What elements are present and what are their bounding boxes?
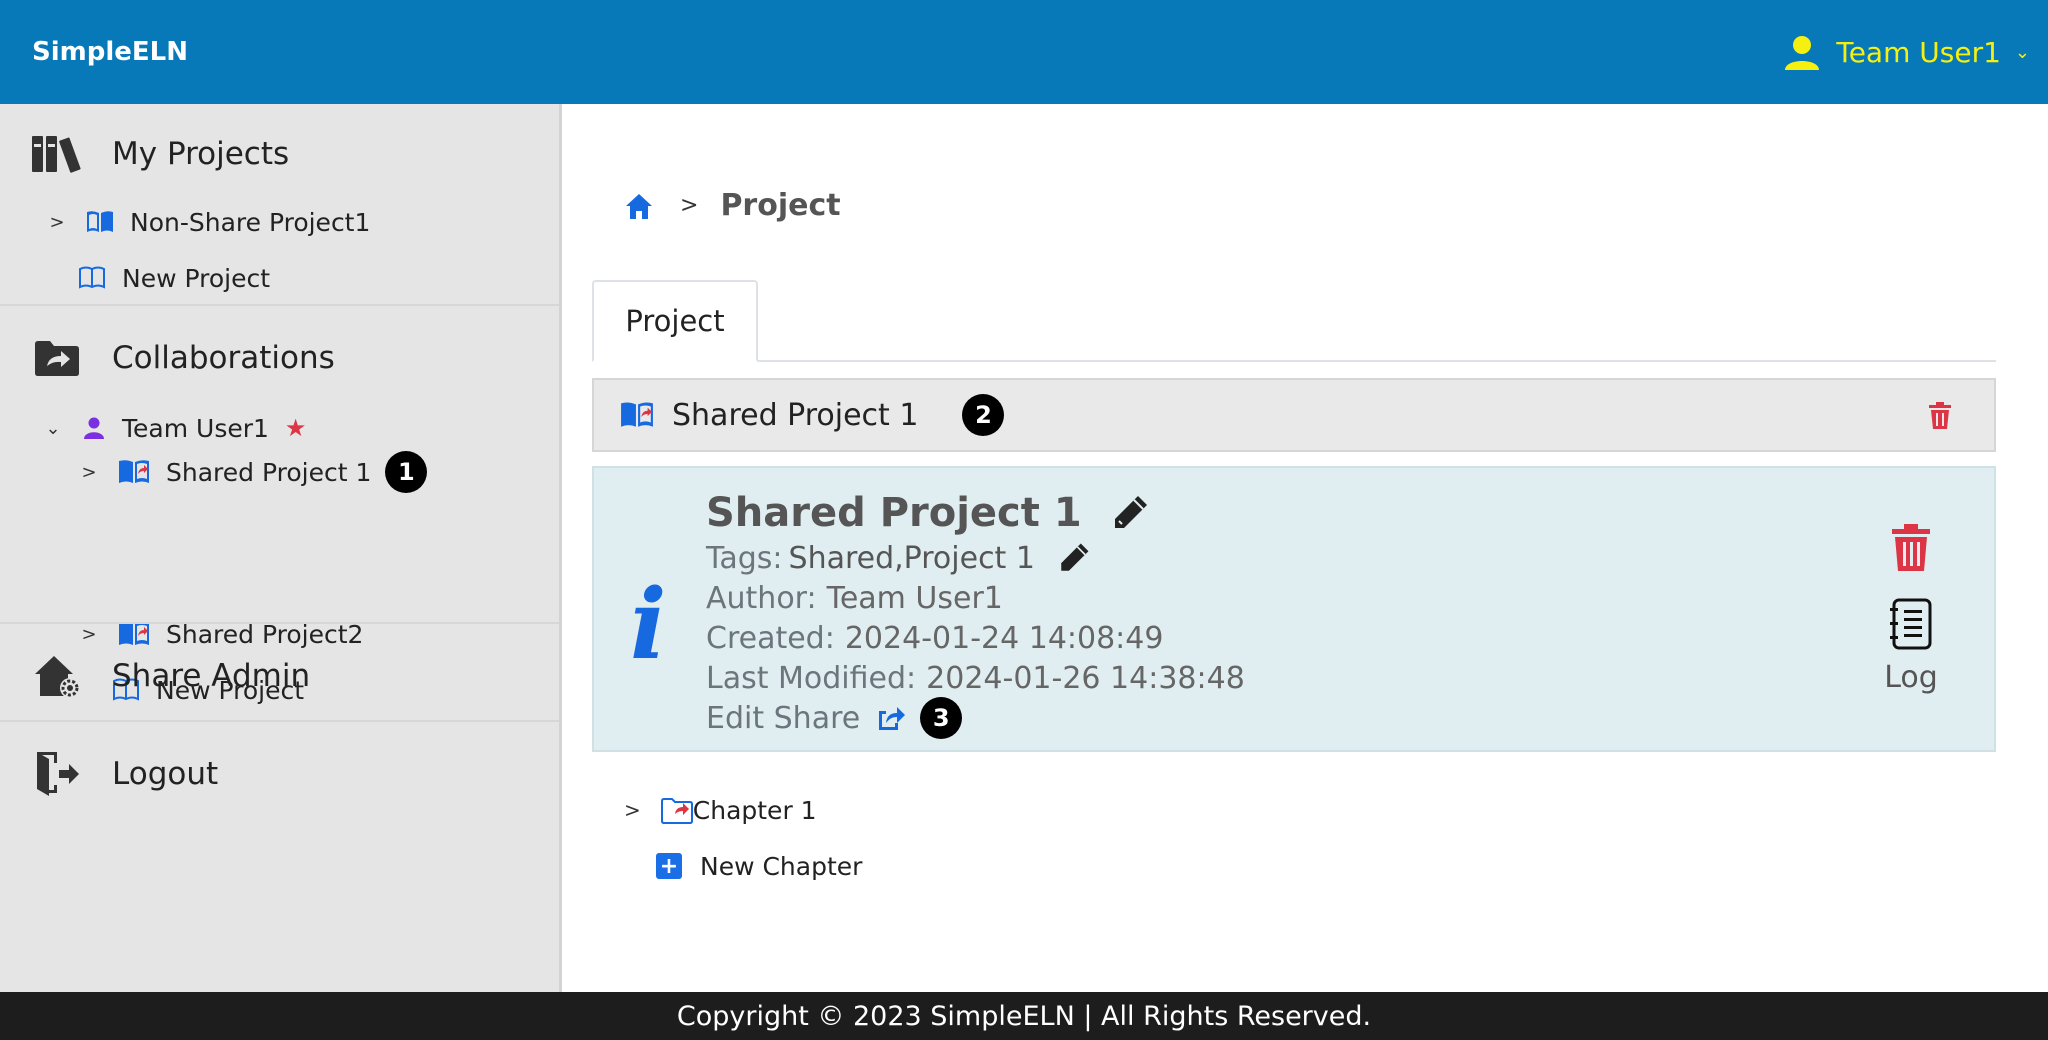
new-chapter-button[interactable]: + New Chapter xyxy=(656,846,862,886)
sidebar-share-admin[interactable]: Share Admin xyxy=(30,646,310,706)
chapter-item-chapter-1[interactable]: > Chapter 1 xyxy=(624,790,817,830)
footer: Copyright © 2023 SimpleELN | All Rights … xyxy=(0,992,2048,1040)
breadcrumb-separator: > xyxy=(680,193,699,218)
step-badge-3: 3 xyxy=(920,697,963,739)
library-books-icon xyxy=(30,131,84,177)
open-book-icon xyxy=(87,211,113,232)
chevron-down-icon[interactable]: ⌄ xyxy=(42,418,64,439)
step-badge-2: 2 xyxy=(962,394,1005,436)
sidebar-item-label: Team User1 xyxy=(122,413,269,443)
home-icon[interactable] xyxy=(624,191,654,221)
log-notebook-icon[interactable] xyxy=(1888,598,1934,650)
project-title-row: Shared Project 1 xyxy=(706,488,1245,538)
project-side-actions: Log xyxy=(1866,524,1956,695)
sidebar-logout[interactable]: Logout xyxy=(30,744,218,804)
tags-label: Tags: xyxy=(706,540,783,576)
sidebar-divider xyxy=(0,720,559,722)
sidebar-collaborations-label: Collaborations xyxy=(112,340,335,376)
open-book-outline-icon xyxy=(79,266,105,289)
sidebar-collaborations[interactable]: Collaborations xyxy=(30,330,335,386)
project-tags-row: Tags: Shared,Project 1 xyxy=(706,538,1245,578)
brand-logo-text[interactable]: SimpleELN xyxy=(32,37,188,67)
delete-project-trash-icon[interactable] xyxy=(1928,402,1952,430)
footer-copyright: Copyright © 2023 SimpleELN | All Rights … xyxy=(676,1000,1372,1032)
sidebar-logout-label: Logout xyxy=(112,756,219,792)
share-icon[interactable] xyxy=(876,703,906,733)
top-navbar: SimpleELN Team User1 ⌄ xyxy=(0,0,2048,104)
author-label: Author: xyxy=(706,580,817,616)
sidebar-share-admin-label: Share Admin xyxy=(112,658,311,694)
sidebar-item-non-share-project1[interactable]: > Non-Share Project1 xyxy=(46,204,370,240)
sidebar-item-label: Non-Share Project1 xyxy=(130,207,371,237)
info-icon: i xyxy=(630,568,667,681)
created-value: 2024-01-24 14:08:49 xyxy=(844,620,1164,656)
sidebar-divider xyxy=(0,622,559,624)
edit-title-pencil-icon[interactable] xyxy=(1110,493,1150,533)
logout-door-icon xyxy=(30,751,84,797)
project-info-body: Shared Project 1 Tags: Shared,Project 1 … xyxy=(706,488,1245,739)
user-name-label: Team User1 xyxy=(1836,35,2001,69)
user-menu-dropdown[interactable]: Team User1 ⌄ xyxy=(1782,30,2030,74)
shared-folder-icon xyxy=(660,798,693,824)
tab-project[interactable]: Project xyxy=(592,280,758,362)
sidebar-item-team-user1[interactable]: ⌄ Team User1 ★ xyxy=(42,410,306,446)
modified-value: 2024-01-26 14:38:48 xyxy=(926,660,1245,696)
sidebar-new-project-button[interactable]: New Project xyxy=(78,260,270,296)
step-badge-1: 1 xyxy=(385,451,428,493)
sidebar-my-projects-label: My Projects xyxy=(112,136,290,172)
shared-book-icon xyxy=(621,402,653,427)
chevron-down-icon: ⌄ xyxy=(2014,41,2030,63)
breadcrumb-current: Project xyxy=(720,188,841,223)
sidebar: My Projects > Non-Share Project1 New Pro… xyxy=(0,104,562,992)
edit-share-label[interactable]: Edit Share xyxy=(706,701,860,736)
author-value: Team User1 xyxy=(826,580,1003,616)
created-label: Created: xyxy=(706,620,835,656)
project-header-bar: Shared Project 1 2 xyxy=(592,378,1996,452)
house-gear-icon xyxy=(30,653,84,699)
user-icon xyxy=(1785,36,1820,70)
delete-trash-icon[interactable] xyxy=(1891,524,1931,572)
chevron-right-icon[interactable]: > xyxy=(78,462,100,483)
plus-square-icon: + xyxy=(656,853,682,879)
new-chapter-label: New Chapter xyxy=(700,851,863,881)
chevron-right-icon[interactable]: > xyxy=(624,798,641,822)
project-title: Shared Project 1 xyxy=(706,490,1082,536)
sidebar-item-shared-project-1[interactable]: > Shared Project 1 1 xyxy=(78,449,428,495)
sidebar-my-projects[interactable]: My Projects xyxy=(30,126,289,182)
shared-book-icon xyxy=(119,460,149,483)
project-info-panel: i Shared Project 1 Tags: Shared,Project … xyxy=(592,466,1996,752)
chapter-label: Chapter 1 xyxy=(692,795,817,825)
sidebar-item-label: New Project xyxy=(122,263,271,293)
edit-share-row[interactable]: Edit Share 3 xyxy=(706,697,1245,739)
project-created-row: Created: 2024-01-24 14:08:49 xyxy=(706,618,1245,658)
person-icon xyxy=(84,417,104,439)
log-label[interactable]: Log xyxy=(1884,660,1938,695)
chevron-right-icon[interactable]: > xyxy=(78,624,100,645)
edit-tags-pencil-icon[interactable] xyxy=(1057,541,1091,575)
tab-strip: Project xyxy=(592,280,1996,362)
shared-book-icon xyxy=(119,622,149,645)
owner-star-icon: ★ xyxy=(284,414,307,442)
tags-value: Shared,Project 1 xyxy=(788,540,1035,576)
chevron-right-icon[interactable]: > xyxy=(46,212,68,233)
modified-label: Last Modified: xyxy=(706,660,917,696)
project-author-row: Author: Team User1 xyxy=(706,578,1245,618)
project-header-title: Shared Project 1 xyxy=(672,397,919,433)
sidebar-item-label: Shared Project 1 xyxy=(166,457,372,487)
shared-folder-icon xyxy=(30,335,84,381)
project-modified-row: Last Modified: 2024-01-26 14:38:48 xyxy=(706,658,1245,698)
breadcrumb: > Project xyxy=(624,188,841,223)
sidebar-divider xyxy=(0,304,559,306)
